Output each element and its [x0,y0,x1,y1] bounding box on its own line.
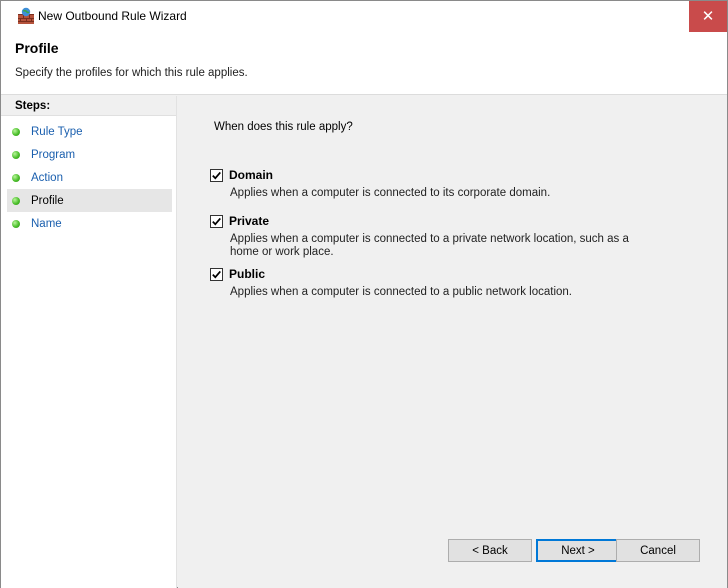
step-label: Name [31,217,62,230]
steps-heading: Steps: [15,100,51,112]
checkmark-icon [212,270,221,278]
step-rule-type[interactable]: Rule Type [7,120,172,143]
cancel-button[interactable]: Cancel [616,539,700,562]
step-pending-icon [12,219,20,228]
window-title: New Outbound Rule Wizard [38,9,187,23]
close-button[interactable]: ✕ [689,1,727,32]
step-label: Program [31,148,76,161]
step-label: Profile [31,194,64,207]
page-subtitle: Specify the profiles for which this rule… [15,67,248,79]
domain-description: Applies when a computer is connected to … [230,187,551,199]
private-checkbox-row[interactable]: Private [210,214,670,228]
option-domain: Domain Applies when a computer is connec… [210,168,670,200]
private-checkbox[interactable] [210,214,223,228]
option-public: Public Applies when a computer is connec… [210,267,670,299]
step-label: Action [31,171,63,184]
checkmark-icon [212,217,221,225]
step-complete-icon [12,173,20,182]
step-program[interactable]: Program [7,143,172,166]
steps-heading-bar: Steps: [1,96,176,116]
public-checkbox[interactable] [210,267,223,281]
public-label: Public [229,267,266,281]
title-bar: New Outbound Rule Wizard ✕ [1,1,727,32]
steps-sidebar: Steps: Rule Type Program Action Profile … [1,96,177,588]
close-icon: ✕ [701,7,715,25]
domain-label: Domain [229,168,274,182]
domain-checkbox-row[interactable]: Domain [210,168,670,182]
option-private: Private Applies when a computer is conne… [210,214,670,259]
wizard-window: New Outbound Rule Wizard ✕ Profile Speci… [0,0,728,588]
firewall-app-icon [17,7,35,25]
page-header: Profile Specify the profiles for which t… [1,32,727,95]
main-content: When does this rule apply? Domain Applie… [178,96,727,588]
page-title: Profile [15,40,59,56]
step-profile[interactable]: Profile [7,189,172,212]
step-complete-icon [12,150,20,159]
step-label: Rule Type [31,125,83,138]
step-action[interactable]: Action [7,166,172,189]
question-text: When does this rule apply? [214,121,353,133]
public-description: Applies when a computer is connected to … [230,286,573,298]
next-button[interactable]: Next > [536,539,620,562]
private-description: Applies when a computer is connected to … [230,233,629,258]
step-current-icon [12,196,20,205]
domain-checkbox[interactable] [210,168,223,182]
step-name[interactable]: Name [7,212,172,235]
back-button[interactable]: < Back [448,539,532,562]
step-complete-icon [12,127,20,136]
public-checkbox-row[interactable]: Public [210,267,670,281]
private-label: Private [229,214,270,228]
checkmark-icon [212,171,221,179]
